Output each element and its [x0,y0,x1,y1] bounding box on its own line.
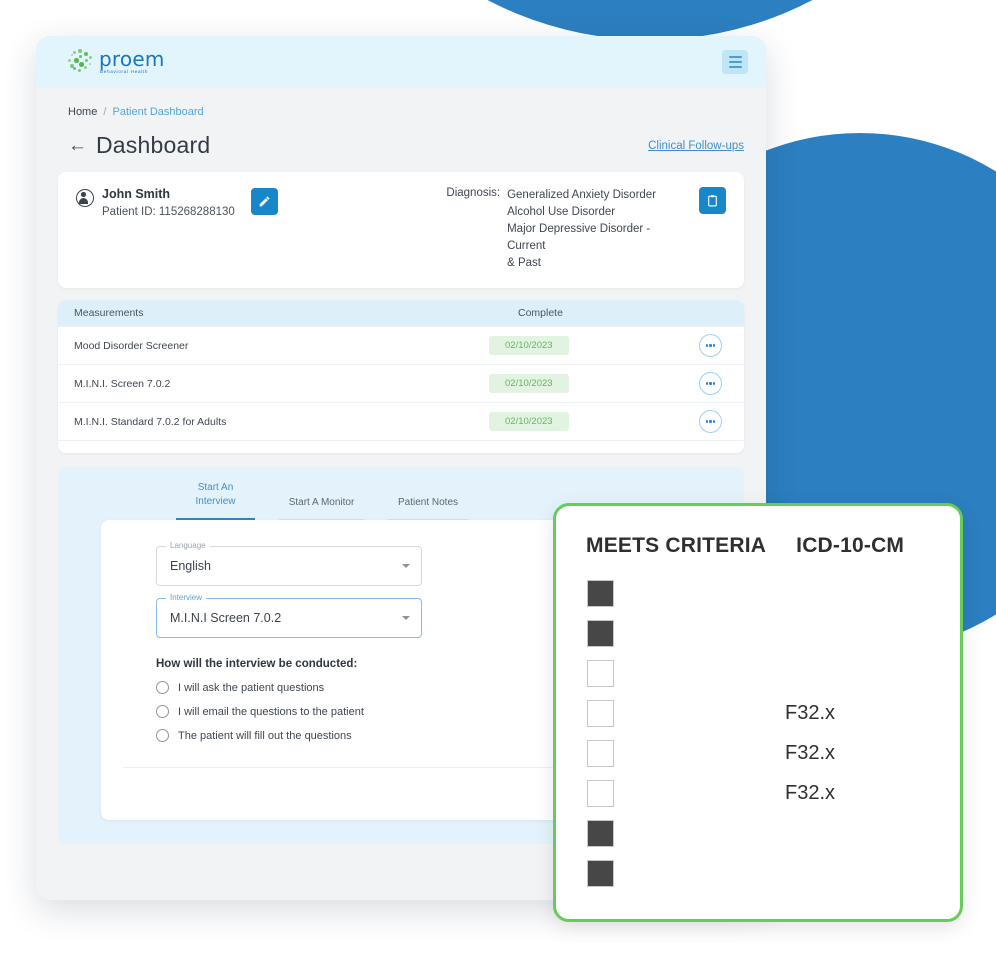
breadcrumb-current[interactable]: Patient Dashboard [113,106,204,118]
criteria-header-row: MEETS CRITERIA ICD-10-CM [556,534,960,558]
column-header-icd-10-cm: ICD-10-CM [796,534,905,557]
brand-logo: proem Behavioral Health [68,49,165,75]
criteria-row [556,613,960,653]
row-more-options-icon[interactable] [699,410,722,434]
criteria-row [556,653,960,693]
app-header: proem Behavioral Health [36,36,766,88]
interview-field-label: Interview [166,593,207,603]
avatar-icon [76,189,94,207]
criteria-row: F32.x [556,773,960,813]
measurements-header-row: Measurements Complete [58,300,744,327]
diagnosis-item: Major Depressive Disorder - Current [507,223,651,253]
tab-label-line2: Interview [195,496,236,508]
back-arrow-icon[interactable]: ← [68,136,87,155]
radio-icon[interactable] [156,705,169,719]
criteria-checkbox[interactable] [587,779,614,807]
measurement-name: Mood Disorder Screener [74,339,189,352]
edit-patient-button[interactable] [250,188,278,215]
clinical-followups-link[interactable]: Clinical Follow-ups [648,140,744,152]
radio-label: I will email the questions to the patien… [178,705,364,718]
diagnosis-block: Diagnosis: Generalized Anxiety Disorder … [446,187,726,272]
language-field-value: English [170,559,211,574]
breadcrumb: Home / Patient Dashboard [36,88,766,118]
icd-code: F32.x [785,741,836,764]
clipboard-icon [708,195,717,207]
table-footer [58,440,744,454]
tab-start-an-interview[interactable]: Start An Interview [176,481,255,521]
status-badge: 02/10/2023 [489,412,569,432]
patient-summary-card: John Smith Patient ID: 115268288130 Diag… [58,172,744,289]
interview-select[interactable]: Interview M.I.N.I Screen 7.0.2 [156,593,422,639]
page-title-row: ← Dashboard Clinical Follow-ups [36,118,766,159]
criteria-row [556,813,960,853]
diagnosis-item: & Past [507,257,541,270]
pencil-icon [259,196,270,207]
icd-code: F32.x [785,701,836,724]
brand-name: proem [99,47,165,72]
table-row: Mood Disorder Screener 02/10/2023 [58,326,744,364]
tab-label: Patient Notes [397,497,459,509]
diagnosis-list: Generalized Anxiety Disorder Alcohol Use… [507,187,677,272]
measurement-name: M.I.N.I. Screen 7.0.2 [74,377,171,390]
background-circle-top [300,0,996,40]
radio-icon[interactable] [156,681,169,695]
icd-code: F32.x [785,781,836,804]
diagnosis-item: Alcohol Use Disorder [507,206,616,219]
column-header-meets-criteria: MEETS CRITERIA [586,534,767,557]
criteria-inset-panel: MEETS CRITERIA ICD-10-CM F32.x F32.x F32… [553,503,963,922]
measurements-table: Measurements Complete Mood Disorder Scre… [58,300,744,454]
criteria-checkbox[interactable] [587,619,614,647]
criteria-row: F32.x [556,733,960,773]
row-more-options-icon[interactable] [699,334,722,358]
brand-tagline: Behavioral Health [100,69,149,75]
language-field-label: Language [166,541,210,551]
chevron-down-icon [402,616,410,621]
patient-name: John Smith [102,187,171,201]
clipboard-button[interactable] [699,187,726,214]
table-row: M.I.N.I. Screen 7.0.2 02/10/2023 [58,364,744,402]
status-badge: 02/10/2023 [489,374,569,394]
criteria-checkbox[interactable] [587,579,614,607]
column-header-complete: Complete [518,307,563,320]
diagnosis-item: Generalized Anxiety Disorder [507,189,657,201]
proem-dots-icon [68,49,94,75]
radio-icon[interactable] [156,729,169,743]
measurement-complete-cell: 02/10/2023 [489,336,699,356]
criteria-rows: F32.x F32.x F32.x [556,573,960,893]
criteria-checkbox[interactable] [587,659,614,687]
tab-label-line1: Start An [197,482,234,494]
patient-identity: John Smith Patient ID: 115268288130 [76,187,446,272]
page-title: Dashboard [96,132,211,158]
criteria-checkbox[interactable] [587,859,614,887]
tab-start-a-monitor[interactable]: Start A Monitor [279,481,364,521]
tab-patient-notes[interactable]: Patient Notes [388,481,468,521]
criteria-checkbox[interactable] [587,699,614,727]
status-badge: 02/10/2023 [489,336,569,356]
measurement-name: M.I.N.I. Standard 7.0.2 for Adults [74,415,227,428]
diagnosis-label: Diagnosis: [446,187,501,199]
hamburger-menu-icon[interactable] [722,50,748,74]
tab-label: Start A Monitor [288,497,355,509]
interview-field-value: M.I.N.I Screen 7.0.2 [170,611,282,626]
radio-label: The patient will fill out the questions [178,729,352,742]
chevron-down-icon [402,564,410,569]
criteria-checkbox[interactable] [587,819,614,847]
table-row: M.I.N.I. Standard 7.0.2 for Adults 02/10… [58,402,744,440]
breadcrumb-home[interactable]: Home [68,106,97,118]
criteria-checkbox[interactable] [587,739,614,767]
column-header-measurements: Measurements [74,307,144,320]
patient-id: Patient ID: 115268288130 [102,205,235,218]
criteria-row: F32.x [556,693,960,733]
radio-label: I will ask the patient questions [178,681,325,694]
language-select[interactable]: Language English [156,541,422,587]
breadcrumb-separator: / [103,106,107,118]
measurement-complete-cell: 02/10/2023 [489,374,699,394]
row-more-options-icon[interactable] [699,372,722,396]
criteria-row [556,573,960,613]
criteria-row [556,853,960,893]
measurement-complete-cell: 02/10/2023 [489,412,699,432]
